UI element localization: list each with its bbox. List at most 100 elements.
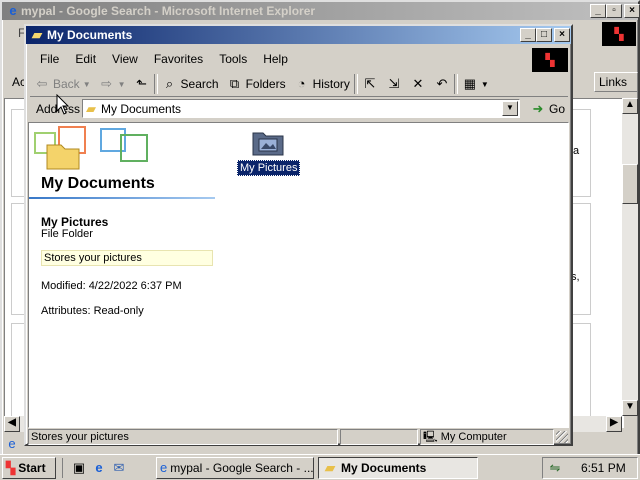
selected-item-name: My Pictures — [41, 215, 109, 229]
go-label: Go — [549, 102, 566, 116]
status-text-pane: Stores your pictures — [28, 429, 338, 445]
windows-logo-icon: ▚ — [6, 461, 16, 475]
forward-arrow-icon: ⇨ — [101, 76, 113, 91]
webview-banner-graphic — [34, 126, 148, 170]
forward-button[interactable]: ⇨ ▼ — [95, 73, 130, 95]
address-bar: Address ▰ My Documents ▼ ➜ Go — [30, 96, 568, 120]
explorer-maximize-button[interactable]: □ — [536, 28, 552, 42]
task-label: My Documents — [341, 461, 427, 475]
task-label: mypal - Google Search - ... — [170, 461, 314, 475]
chevron-down-icon[interactable]: ▼ — [83, 80, 91, 89]
explorer-titlebar[interactable]: ▰ My Documents — [26, 26, 571, 44]
page-status-icon: e — [8, 436, 16, 451]
ie-titlebar[interactable]: e mypal - Google Search - Microsoft Inte… — [2, 2, 638, 20]
explorer-throbber: ▚ — [532, 48, 568, 72]
chevron-down-icon: ▼ — [506, 103, 514, 112]
address-dropdown-button[interactable]: ▼ — [502, 101, 518, 116]
explorer-statusbar: Stores your pictures 🖳 My Computer — [28, 428, 569, 446]
undo-button[interactable]: ↶ — [430, 73, 454, 95]
item-description: Stores your pictures — [41, 250, 213, 266]
delete-icon: ✕ — [412, 76, 424, 91]
explorer-close-button[interactable]: × — [554, 28, 570, 42]
explorer-window: ▰ My Documents _ □ × File Edit View Favo… — [24, 24, 573, 446]
menu-tools[interactable]: Tools — [211, 52, 255, 66]
ie-icon: e — [9, 3, 17, 18]
up-folder-button[interactable]: ⬑ — [130, 73, 154, 95]
item-modified: Modified: 4/22/2022 6:37 PM — [41, 280, 182, 292]
copy-to-icon: ⇲ — [388, 76, 400, 91]
history-icon: ◔ — [297, 76, 306, 91]
scroll-thumb[interactable] — [622, 164, 638, 204]
folder-icon: ▰ — [86, 100, 96, 116]
move-to-button[interactable]: ⇱ — [358, 73, 382, 95]
folder-title: My Documents — [41, 175, 155, 192]
ie-close-button[interactable]: × — [624, 4, 640, 18]
start-button[interactable]: ▚ Start — [2, 457, 56, 479]
folders-button[interactable]: ⧉ Folders — [223, 73, 290, 95]
internet-explorer-icon[interactable]: e — [91, 460, 107, 476]
page-text-fragment: a — [573, 145, 580, 157]
views-button[interactable]: ▦ ▼ — [458, 73, 493, 95]
scroll-left-arrow-icon[interactable]: ◀ — [4, 416, 20, 432]
show-desktop-icon[interactable]: ▣ — [71, 460, 87, 476]
go-button[interactable]: ➜ Go — [526, 98, 569, 120]
history-button[interactable]: ◔ History — [290, 73, 354, 95]
move-to-icon: ⇱ — [364, 76, 376, 91]
item-attributes: Attributes: Read-only — [41, 305, 144, 317]
windows-logo-icon: ▚ — [614, 27, 624, 41]
explorer-content: My Documents My Pictures File Folder Sto… — [28, 122, 569, 428]
ie-minimize-button[interactable]: _ — [590, 4, 606, 18]
history-label: History — [312, 77, 350, 91]
delete-button[interactable]: ✕ — [406, 73, 430, 95]
menu-edit[interactable]: Edit — [67, 52, 104, 66]
scroll-down-arrow-icon[interactable]: ▼ — [622, 400, 638, 416]
back-arrow-icon: ⇦ — [36, 76, 48, 91]
file-item-my-pictures[interactable]: My Pictures — [235, 127, 301, 179]
explorer-minimize-button[interactable]: _ — [520, 28, 536, 42]
copy-to-button[interactable]: ⇲ — [382, 73, 406, 95]
status-text: Stores your pictures — [31, 431, 129, 443]
back-button[interactable]: ⇦ Back ▼ — [30, 73, 95, 95]
scroll-up-arrow-icon[interactable]: ▲ — [622, 98, 638, 114]
address-value: My Documents — [101, 101, 182, 116]
task-ie[interactable]: e mypal - Google Search - ... — [156, 457, 314, 479]
mouse-cursor-icon — [56, 94, 70, 115]
ie-restore-button[interactable]: ▫ — [606, 4, 622, 18]
explorer-menubar: File Edit View Favorites Tools Help — [32, 50, 296, 68]
chevron-down-icon[interactable]: ▼ — [118, 80, 126, 89]
system-tray: ⇋ 6:51 PM — [542, 457, 638, 479]
ie-throbber: ▚ — [602, 22, 636, 46]
outlook-express-icon[interactable]: ✉ — [111, 460, 127, 476]
explorer-toolbar: ⇦ Back ▼ ⇨ ▼ ⬑ ⌕ Search ⧉ Folders ◔ Hist… — [30, 72, 566, 96]
folders-label: Folders — [245, 77, 286, 91]
banner-folder-shape — [46, 144, 80, 170]
scroll-right-arrow-icon[interactable]: ▶ — [606, 416, 622, 432]
search-icon: ⌕ — [165, 76, 174, 91]
search-button[interactable]: ⌕ Search — [158, 73, 223, 95]
task-my-documents[interactable]: ▰ My Documents — [318, 457, 478, 479]
internet-explorer-icon: e — [160, 460, 168, 475]
taskbar: ▚ Start ▣ e ✉ e mypal - Google Search - … — [0, 454, 640, 480]
ie-title: mypal - Google Search - Microsoft Intern… — [21, 4, 316, 18]
back-label: Back — [53, 77, 80, 91]
title-underline — [29, 197, 215, 199]
go-arrow-icon: ➜ — [532, 101, 544, 116]
resize-grip-icon[interactable] — [556, 431, 568, 443]
windows-logo-icon: ▚ — [545, 53, 555, 67]
views-icon: ▦ — [463, 76, 477, 91]
menu-file[interactable]: File — [32, 52, 67, 66]
pictures-folder-icon — [252, 132, 284, 156]
folder-icon: ▰ — [32, 27, 42, 42]
status-middle-pane — [340, 429, 418, 445]
selected-item-type: File Folder — [41, 228, 93, 240]
menu-favorites[interactable]: Favorites — [146, 52, 211, 66]
address-input[interactable]: ▰ My Documents ▼ — [82, 99, 520, 118]
ie-vertical-scrollbar[interactable]: ▲ ▼ — [622, 98, 638, 416]
ie-links-button[interactable]: Links » — [594, 72, 638, 107]
menu-view[interactable]: View — [104, 52, 146, 66]
status-zone: My Computer — [440, 431, 507, 443]
menu-help[interactable]: Help — [255, 52, 296, 66]
network-icon[interactable]: ⇋ — [547, 460, 563, 476]
folders-icon: ⧉ — [229, 76, 240, 91]
clock[interactable]: 6:51 PM — [581, 461, 626, 475]
